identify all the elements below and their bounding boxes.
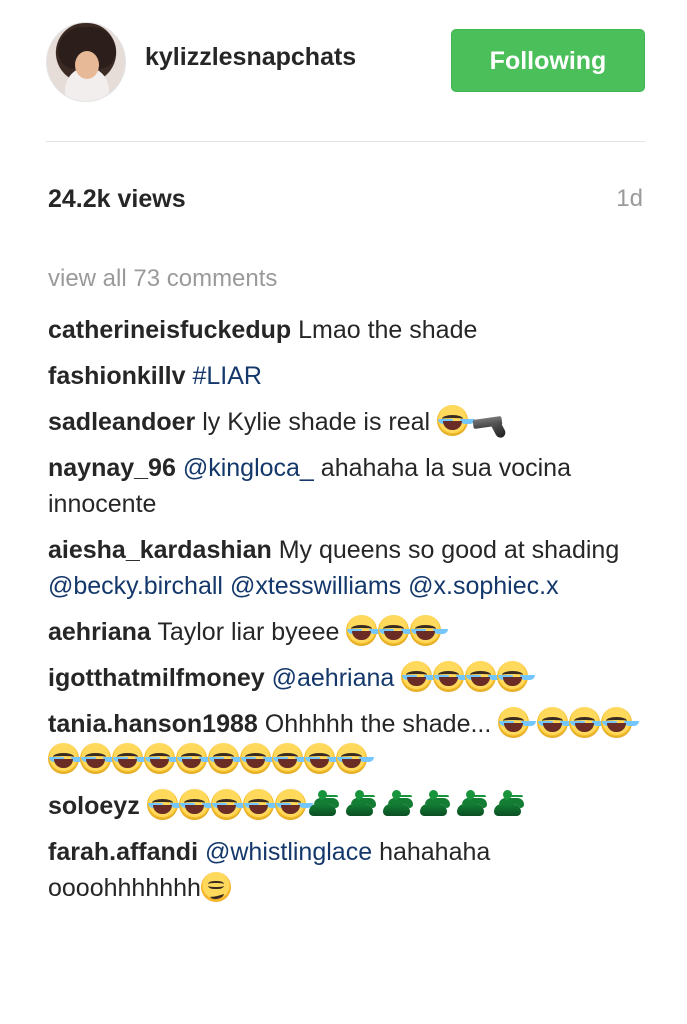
comment-text: Lmao the shade	[298, 316, 478, 344]
following-button[interactable]: Following	[451, 29, 645, 92]
face-with-tears-of-joy-icon	[176, 743, 207, 774]
face-with-tears-of-joy-icon	[112, 743, 143, 774]
face-with-tears-of-joy-icon	[346, 615, 378, 646]
post-username[interactable]: kylizzlesnapchats	[145, 43, 356, 72]
face-with-tears-of-joy-icon	[178, 789, 210, 820]
comment-username[interactable]: aiesha_kardashian	[48, 536, 272, 564]
comment-text: ly Kylie shade is real	[202, 408, 431, 436]
face-with-tears-of-joy-icon	[497, 661, 529, 692]
face-with-tears-of-joy-icon	[410, 615, 442, 646]
comment-item: aiesha_kardashian My queens so good at s…	[48, 532, 638, 604]
face-with-tears-of-joy-icon	[272, 743, 303, 774]
view-count: 24.2k views	[48, 185, 186, 213]
post-meta: 24.2k views 1d	[48, 185, 646, 219]
user-avatar[interactable]	[46, 22, 126, 102]
comment-text: My queens so good at shading	[278, 536, 620, 564]
comment-username[interactable]: catherineisfuckedup	[48, 316, 291, 344]
comment-username[interactable]: fashionkillv	[48, 362, 186, 390]
comment-item: sadleandoer ly Kylie shade is real	[48, 404, 638, 440]
user-mention-link[interactable]: @kingloca_	[183, 454, 314, 482]
comment-item: catherineisfuckedup Lmao the shade	[48, 312, 638, 348]
face-with-tears-of-joy-icon	[274, 789, 306, 820]
smirking-face-icon	[200, 872, 231, 902]
face-with-tears-of-joy-icon	[601, 707, 633, 738]
comment-item: aehriana Taylor liar byeee	[48, 614, 638, 650]
user-mention-link[interactable]: @becky.birchall	[48, 572, 223, 600]
pile-of-poo-icon	[381, 789, 412, 820]
user-mention-link[interactable]: @aehriana	[272, 664, 395, 692]
comment-item: fashionkillv #LIAR	[48, 358, 638, 394]
pile-of-poo-icon	[418, 789, 449, 820]
pile-of-poo-icon	[492, 789, 523, 820]
comment-username[interactable]: sadleandoer	[48, 408, 195, 436]
face-with-tears-of-joy-icon	[437, 405, 469, 436]
face-with-tears-of-joy-icon	[304, 743, 335, 774]
face-with-tears-of-joy-icon	[210, 789, 242, 820]
comment-item: soloeyz	[48, 788, 638, 824]
post-header: kylizzlesnapchats Following	[0, 0, 687, 140]
comment-username[interactable]: igotthatmilfmoney	[48, 664, 265, 692]
face-with-tears-of-joy-icon	[465, 661, 497, 692]
comment-username[interactable]: farah.affandi	[48, 838, 198, 866]
face-with-tears-of-joy-icon	[401, 661, 433, 692]
pile-of-poo-icon	[344, 789, 375, 820]
view-all-comments-link[interactable]: view all 73 comments	[48, 265, 277, 293]
face-with-tears-of-joy-icon	[433, 661, 465, 692]
comment-item: naynay_96 @kingloca_ ahahaha la sua voci…	[48, 450, 638, 522]
face-with-tears-of-joy-icon	[537, 707, 569, 738]
user-mention-link[interactable]: @xtesswilliams	[230, 572, 401, 600]
user-mention-link[interactable]: @x.sophiec.x	[408, 572, 558, 600]
hashtag-link[interactable]: #LIAR	[193, 362, 262, 390]
post-timestamp[interactable]: 1d	[616, 185, 643, 213]
face-with-tears-of-joy-icon	[48, 743, 79, 774]
face-with-tears-of-joy-icon	[240, 743, 271, 774]
header-divider	[46, 141, 645, 142]
face-with-tears-of-joy-icon	[569, 707, 601, 738]
comment-username[interactable]: naynay_96	[48, 454, 176, 482]
face-with-tears-of-joy-icon	[378, 615, 410, 646]
face-with-tears-of-joy-icon	[498, 707, 530, 738]
comment-item: igotthatmilfmoney @aehriana	[48, 660, 638, 696]
comment-text: Taylor liar byeee	[157, 618, 340, 646]
face-with-tears-of-joy-icon	[144, 743, 175, 774]
comment-username[interactable]: soloeyz	[48, 792, 140, 820]
comment-username[interactable]: tania.hanson1988	[48, 710, 258, 738]
comment-item: tania.hanson1988 Ohhhhh the shade...	[48, 706, 638, 778]
comments-list: catherineisfuckedup Lmao the shade fashi…	[48, 312, 638, 916]
face-with-tears-of-joy-icon	[146, 789, 178, 820]
pile-of-poo-icon	[455, 789, 486, 820]
face-with-tears-of-joy-icon	[208, 743, 239, 774]
comment-username[interactable]: aehriana	[48, 618, 151, 646]
comment-text: Ohhhhh the shade...	[264, 710, 492, 738]
user-mention-link[interactable]: @whistlinglace	[205, 838, 372, 866]
face-with-tears-of-joy-icon	[80, 743, 111, 774]
pile-of-poo-icon	[307, 789, 338, 820]
face-with-tears-of-joy-icon	[242, 789, 274, 820]
face-with-tears-of-joy-icon	[336, 743, 367, 774]
pistol-icon	[471, 412, 511, 436]
comment-item: farah.affandi @whistlinglace hahahaha oo…	[48, 834, 638, 906]
